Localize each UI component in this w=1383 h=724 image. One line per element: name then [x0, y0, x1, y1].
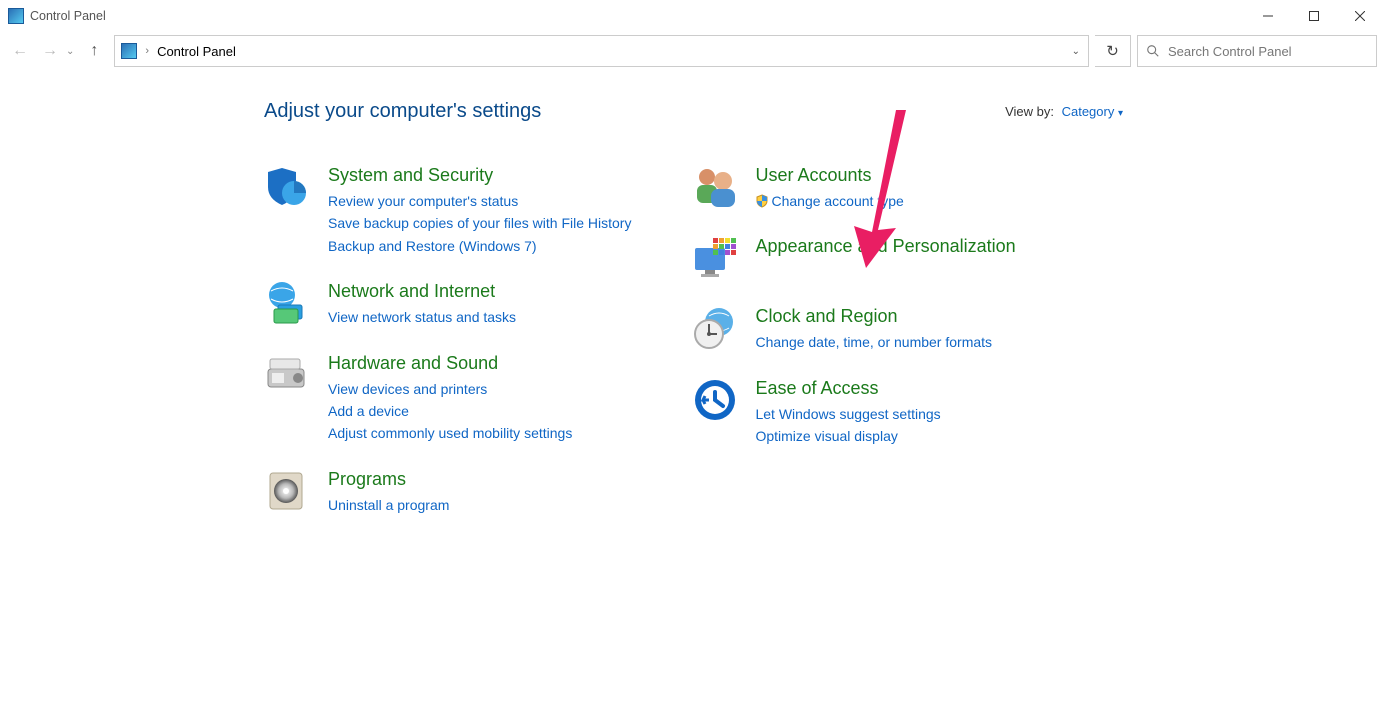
- category-link[interactable]: Change account type: [755, 190, 903, 212]
- category-title[interactable]: Ease of Access: [755, 378, 940, 399]
- category-link[interactable]: Review your computer's status: [328, 190, 631, 212]
- category-network-internet: Network and Internet View network status…: [264, 279, 631, 328]
- control-panel-icon: [8, 8, 24, 24]
- address-bar[interactable]: › Control Panel ⌄: [114, 35, 1089, 67]
- back-button[interactable]: ←: [6, 37, 34, 65]
- search-input[interactable]: [1168, 44, 1376, 59]
- categories-right-column: User Accounts Change account type Appear…: [691, 163, 1015, 538]
- category-link[interactable]: Let Windows suggest settings: [755, 403, 940, 425]
- category-clock-region: Clock and Region Change date, time, or n…: [691, 304, 1015, 353]
- minimize-button[interactable]: [1245, 0, 1291, 32]
- close-button[interactable]: [1337, 0, 1383, 32]
- category-title[interactable]: Hardware and Sound: [328, 353, 572, 374]
- category-link[interactable]: Adjust commonly used mobility settings: [328, 422, 572, 444]
- titlebar: Control Panel: [0, 0, 1383, 32]
- address-dropdown-icon[interactable]: ⌄: [1072, 46, 1080, 57]
- clock-region-icon: [691, 304, 739, 352]
- programs-icon: [264, 467, 312, 515]
- maximize-button[interactable]: [1291, 0, 1337, 32]
- hardware-sound-icon: [264, 351, 312, 399]
- forward-button[interactable]: →: [36, 37, 64, 65]
- category-hardware-sound: Hardware and Sound View devices and prin…: [264, 351, 631, 445]
- network-internet-icon: [264, 279, 312, 327]
- category-title[interactable]: User Accounts: [755, 165, 903, 186]
- categories-grid: System and Security Review your computer…: [264, 163, 1383, 538]
- search-box[interactable]: [1137, 35, 1377, 67]
- ease-of-access-icon: [691, 376, 739, 424]
- category-link[interactable]: Add a device: [328, 400, 572, 422]
- navbar: ← → ⌄ ↑ › Control Panel ⌄ ↻: [0, 32, 1383, 70]
- page-heading: Adjust your computer's settings: [264, 100, 1383, 123]
- content-area: Adjust your computer's settings View by:…: [0, 70, 1383, 538]
- control-panel-icon: [121, 43, 137, 59]
- category-link[interactable]: Uninstall a program: [328, 494, 449, 516]
- shield-icon: [755, 194, 769, 208]
- up-button[interactable]: ↑: [80, 37, 108, 65]
- view-by-value[interactable]: Category: [1062, 104, 1115, 119]
- view-by-control[interactable]: View by: Category ▾: [1005, 104, 1123, 119]
- recent-dropdown[interactable]: ⌄: [66, 46, 78, 57]
- category-title[interactable]: Appearance and Personalization: [755, 236, 1015, 257]
- category-link[interactable]: Save backup copies of your files with Fi…: [328, 212, 631, 234]
- category-title[interactable]: Programs: [328, 469, 449, 490]
- user-accounts-icon: [691, 163, 739, 211]
- category-appearance-personalization: Appearance and Personalization: [691, 234, 1015, 282]
- window-controls: [1245, 0, 1383, 32]
- category-ease-of-access: Ease of Access Let Windows suggest setti…: [691, 376, 1015, 448]
- category-link[interactable]: View network status and tasks: [328, 306, 516, 328]
- categories-left-column: System and Security Review your computer…: [264, 163, 631, 538]
- breadcrumb-location[interactable]: Control Panel: [157, 44, 236, 59]
- category-system-security: System and Security Review your computer…: [264, 163, 631, 257]
- refresh-button[interactable]: ↻: [1095, 35, 1131, 67]
- view-by-label: View by:: [1005, 104, 1054, 119]
- category-link[interactable]: Change date, time, or number formats: [755, 331, 992, 353]
- category-link[interactable]: View devices and printers: [328, 378, 572, 400]
- breadcrumb-separator-icon: ›: [145, 45, 149, 57]
- search-icon: [1146, 44, 1160, 58]
- category-programs: Programs Uninstall a program: [264, 467, 631, 516]
- category-link[interactable]: Backup and Restore (Windows 7): [328, 235, 631, 257]
- category-title[interactable]: Clock and Region: [755, 306, 992, 327]
- window-title: Control Panel: [30, 9, 1245, 23]
- category-title[interactable]: Network and Internet: [328, 281, 516, 302]
- appearance-personalization-icon: [691, 234, 739, 282]
- category-title[interactable]: System and Security: [328, 165, 631, 186]
- category-user-accounts: User Accounts Change account type: [691, 163, 1015, 212]
- chevron-down-icon: ▾: [1118, 108, 1123, 119]
- system-security-icon: [264, 163, 312, 211]
- category-link[interactable]: Optimize visual display: [755, 425, 940, 447]
